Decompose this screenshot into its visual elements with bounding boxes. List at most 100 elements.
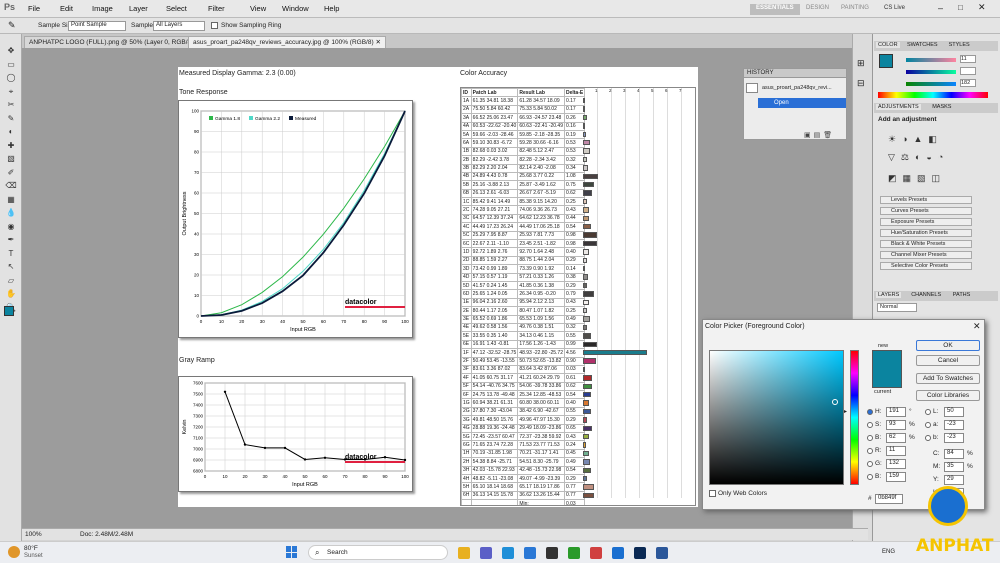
menu-item-window[interactable]: Window [282, 4, 309, 13]
dialog-close-icon[interactable]: ✕ [973, 321, 981, 332]
type-tool-icon[interactable]: T [5, 249, 17, 259]
tab-anphatpc-logo[interactable]: ANPHATPC LOGO (FULL).png @ 50% (Layer 0,… [24, 36, 210, 48]
adjustment-preset-item[interactable]: Exposure Presets [880, 218, 972, 226]
tab-asus-accuracy[interactable]: asus_proart_pa248qv_reviews_accuracy.jpg… [188, 36, 386, 48]
lab-radio[interactable] [925, 435, 931, 441]
panel-tab-adjustments[interactable]: ADJUSTMENTS [876, 104, 921, 110]
stamp-tool-icon[interactable]: ▧ [5, 154, 17, 164]
menu-item-image[interactable]: Image [92, 4, 113, 13]
hue-slider[interactable] [850, 350, 859, 485]
language-indicator[interactable]: ENG [882, 549, 895, 555]
taskbar-search-box[interactable]: ⌕ Search [308, 545, 448, 560]
field-input[interactable]: 132 [886, 459, 906, 469]
workspace-painting[interactable]: PAINTING [835, 4, 875, 15]
field-radio[interactable] [867, 435, 873, 441]
red-value[interactable]: 11 [960, 55, 976, 63]
quick-select-tool-icon[interactable]: ⌖ [5, 87, 17, 97]
field-radio[interactable] [867, 422, 873, 428]
color-ramp[interactable] [878, 92, 988, 98]
panel-tab-styles[interactable]: STYLES [947, 42, 972, 48]
menu-item-filter[interactable]: Filter [208, 4, 225, 13]
cancel-button[interactable]: Cancel [916, 355, 980, 366]
field-input[interactable]: 93 [886, 420, 906, 430]
menu-item-select[interactable]: Select [166, 4, 187, 13]
field-input[interactable]: 62 [886, 433, 906, 443]
hue-slider-handle[interactable]: ▸ [844, 408, 847, 415]
crop-tool-icon[interactable]: ✂ [5, 100, 17, 110]
panel-tab-channels[interactable]: CHANNELS [909, 292, 943, 298]
menu-item-file[interactable]: File [28, 4, 40, 13]
field-radio[interactable] [867, 461, 873, 467]
lab-input[interactable]: -23 [944, 433, 964, 443]
panel-tab-paths[interactable]: PATHS [951, 292, 973, 298]
workspace-design[interactable]: DESIGN [800, 4, 835, 15]
adjustment-preset-item[interactable]: Channel Mixer Presets [880, 251, 972, 259]
foreground-swatch[interactable] [879, 54, 893, 68]
blur-tool-icon[interactable]: 💧 [5, 208, 17, 218]
history-snapshot[interactable]: asus_proart_pa248qv_revi... [762, 81, 846, 95]
add-to-swatches-button[interactable]: Add To Swatches [916, 373, 980, 384]
minimize-icon[interactable]: – [938, 3, 943, 13]
path-select-tool-icon[interactable]: ↖ [5, 262, 17, 272]
menu-item-help[interactable]: Help [324, 4, 339, 13]
history-state-open[interactable]: Open [758, 98, 846, 108]
adjustment-preset-item[interactable]: Curves Presets [880, 207, 972, 215]
file-explorer-app-icon[interactable] [458, 547, 470, 559]
healing-tool-icon[interactable]: ◐ [5, 127, 17, 137]
color-field-marker[interactable] [832, 399, 838, 405]
adjustment-preset-item[interactable]: Selective Color Presets [880, 262, 972, 270]
green-slider[interactable] [906, 70, 956, 74]
pen-tool-icon[interactable]: ✒ [5, 235, 17, 245]
menu-item-layer[interactable]: Layer [129, 4, 148, 13]
word-app-icon[interactable] [656, 547, 668, 559]
eraser-tool-icon[interactable]: ⌫ [5, 181, 17, 191]
shape-tool-icon[interactable]: ▱ [5, 276, 17, 286]
hex-input[interactable]: 0b849f [875, 494, 903, 504]
workspace-essentials[interactable]: ESSENTIALS [750, 4, 800, 15]
adjustment-preset-item[interactable]: Black & White Presets [880, 240, 972, 248]
media-app-icon[interactable] [590, 547, 602, 559]
zoom-level[interactable]: 100% [25, 531, 42, 538]
lab-radio[interactable] [925, 409, 931, 415]
marquee-tool-icon[interactable]: ▭ [5, 60, 17, 70]
terminal-app-icon[interactable] [546, 547, 558, 559]
lasso-tool-icon[interactable]: ◯ [5, 73, 17, 83]
move-tool-icon[interactable]: ✥ [5, 46, 17, 56]
photoshop-app-icon[interactable] [634, 547, 646, 559]
document-image[interactable]: Measured Display Gamma: 2.3 (0.00) Tone … [178, 67, 698, 507]
show-ring-checkbox[interactable] [211, 22, 218, 29]
dodge-tool-icon[interactable]: ◉ [5, 222, 17, 232]
adjustment-icons-row1[interactable]: ☀◑▲◧ [888, 134, 943, 145]
red-slider[interactable] [906, 58, 956, 62]
close-icon[interactable]: ✕ [978, 2, 986, 13]
adjustment-preset-item[interactable]: Levels Presets [880, 196, 972, 204]
teams-app-icon[interactable] [480, 547, 492, 559]
lab-input[interactable]: 50 [944, 407, 964, 417]
store-app-icon[interactable] [524, 547, 536, 559]
panel-tab-layers[interactable]: LAYERS [876, 292, 902, 298]
color-field[interactable] [709, 350, 844, 485]
xbox-app-icon[interactable] [568, 547, 580, 559]
gradient-tool-icon[interactable]: ▦ [5, 195, 17, 205]
ok-button[interactable]: OK [916, 340, 980, 351]
blue-value[interactable]: 182 [960, 79, 976, 87]
field-input[interactable]: 11 [886, 446, 906, 456]
panel-tab-swatches[interactable]: SWATCHES [905, 42, 940, 48]
adjustment-preset-item[interactable]: Hue/Saturation Presets [880, 229, 972, 237]
sample-size-select[interactable]: Point Sample [68, 21, 126, 31]
cmyk-input[interactable]: 35 [944, 462, 964, 472]
cmyk-input[interactable]: 29 [944, 475, 964, 485]
history-brush-tool-icon[interactable]: ✐ [5, 168, 17, 178]
start-icon[interactable] [286, 546, 298, 558]
cmyk-input[interactable]: 84 [944, 449, 964, 459]
weather-icon[interactable] [8, 546, 20, 558]
history-actions-icon[interactable]: ▣▤🗑 [804, 131, 835, 139]
blend-mode-select[interactable]: Normal [877, 303, 917, 312]
field-input[interactable]: 191 [886, 407, 906, 417]
field-radio[interactable] [867, 409, 873, 415]
menu-item-view[interactable]: View [250, 4, 266, 13]
eyedropper-icon[interactable]: ✎ [8, 20, 16, 31]
field-radio[interactable] [867, 474, 873, 480]
panel-tab-masks[interactable]: MASKS [930, 104, 953, 110]
adjustment-icons-row3[interactable]: ◩▦▧◫ [888, 173, 946, 184]
